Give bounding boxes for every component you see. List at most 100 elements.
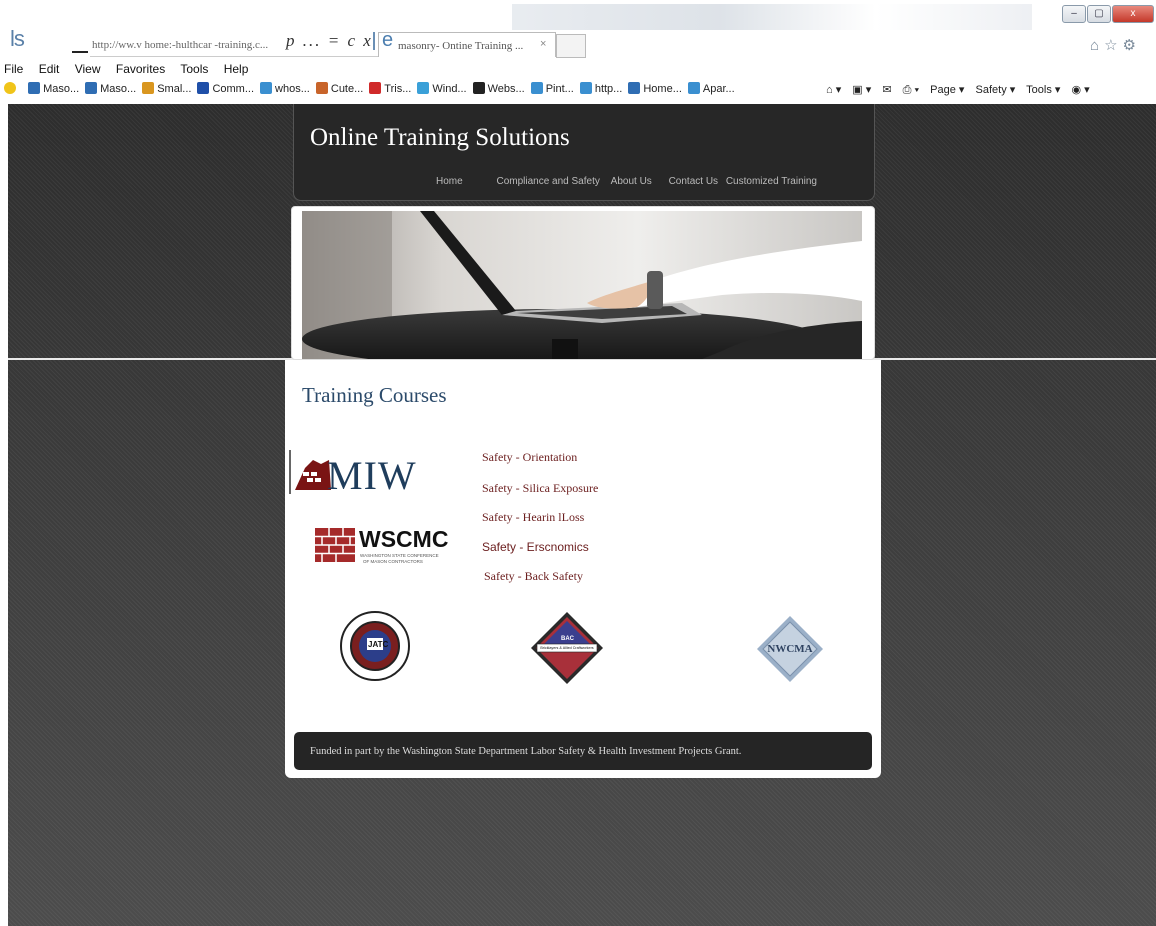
- miw-logo[interactable]: MIW: [289, 448, 449, 498]
- page-viewport: Online Training Solutions Home Complianc…: [8, 104, 1156, 926]
- bac-logo-top: BAC: [561, 636, 574, 642]
- favorite-item[interactable]: Tris...: [369, 82, 411, 95]
- jatc-logo-text: JATC: [368, 640, 389, 649]
- blue-square-icon: [28, 82, 41, 94]
- nav-customized[interactable]: Customized Training: [726, 176, 817, 187]
- menu-favorites[interactable]: Favorites: [116, 62, 165, 76]
- red-circle-icon: [369, 82, 382, 94]
- main-content: Training Courses MIW WSCMC WASHINGTON ST…: [285, 360, 881, 778]
- course-link-ergonomics[interactable]: Safety - Erscnomics: [482, 540, 589, 554]
- windows-icon: [417, 82, 430, 94]
- address-controls[interactable]: p ... = c x: [286, 31, 373, 51]
- favorite-item[interactable]: Maso...: [85, 82, 136, 95]
- course-link-silica[interactable]: Safety - Silica Exposure: [482, 481, 598, 496]
- nwcma-logo[interactable]: NWCMA: [757, 616, 823, 682]
- miw-mark-icon: [295, 460, 331, 490]
- nav-about[interactable]: About Us: [611, 176, 652, 187]
- menu-tools[interactable]: Tools: [180, 62, 208, 76]
- w-icon: [472, 82, 485, 94]
- favorite-item[interactable]: Smal...: [142, 82, 191, 95]
- ie-page-icon: [530, 82, 543, 94]
- jatc-logo[interactable]: JATC: [339, 610, 411, 682]
- favorite-label: http...: [594, 83, 623, 95]
- blue-square-icon: [85, 82, 98, 94]
- favorite-item[interactable]: Cute...: [315, 82, 364, 95]
- address-url[interactable]: http://ww.v home:-hulthcar -training.c..…: [92, 39, 268, 51]
- favorite-label: Webs...: [487, 83, 525, 95]
- safety-menu[interactable]: Safety ▾: [976, 84, 1016, 96]
- favorite-label: Apar...: [702, 83, 735, 95]
- help-icon[interactable]: ◉ ▾: [1071, 84, 1089, 96]
- title-bar: [512, 4, 1032, 30]
- brick-wall-icon: [315, 528, 355, 562]
- command-bar: ⌂ ▾ ▣ ▾ ✉ ⎙ ▾ Page ▾ Safety ▾ Tools ▾ ◉ …: [826, 83, 1098, 97]
- menu-help[interactable]: Help: [224, 62, 249, 76]
- browser-toolbar-icons: ⌂☆⚙: [1090, 36, 1141, 54]
- favorite-item[interactable]: Apar...: [687, 82, 735, 95]
- favorite-label: Tris...: [384, 83, 412, 95]
- favorite-label: Pint...: [545, 83, 574, 95]
- nav-contact[interactable]: Contact Us: [669, 176, 718, 187]
- home-icon[interactable]: ⌂: [1090, 37, 1104, 54]
- new-tab-button[interactable]: [556, 34, 586, 58]
- wscmc-logo-text: WSCMC: [359, 526, 449, 552]
- course-link-orientation[interactable]: Safety - Orientation: [482, 450, 577, 465]
- laptop-hero-image: [302, 211, 862, 359]
- ie-page-icon: [687, 82, 700, 94]
- leaf-icon: [142, 82, 155, 94]
- footer-text: Funded in part by the Washington State D…: [310, 746, 742, 757]
- tools-menu[interactable]: Tools ▾: [1026, 84, 1060, 96]
- home-icon[interactable]: ⌂ ▾: [826, 84, 841, 96]
- mail-icon[interactable]: ✉: [882, 84, 891, 96]
- menu-view[interactable]: View: [75, 62, 101, 76]
- favorite-item[interactable]: Wind...: [417, 82, 467, 95]
- site-nav: Home Compliance and Safety About Us Cont…: [436, 176, 817, 187]
- wscmc-subtitle-1: WASHINGTON STATE CONFERENCE: [360, 553, 439, 558]
- maximize-button[interactable]: ▢: [1087, 5, 1111, 23]
- browser-brand: ls: [10, 26, 25, 51]
- back-button[interactable]: [72, 51, 88, 53]
- favorite-item[interactable]: Home...: [628, 82, 682, 95]
- page-title: Training Courses: [302, 383, 447, 407]
- favorites-star-icon[interactable]: ☆: [1104, 37, 1122, 54]
- wscmc-logo[interactable]: WSCMC WASHINGTON STATE CONFERENCE OF MAS…: [315, 526, 455, 568]
- window-controls: – ▢ x: [1062, 5, 1155, 23]
- nwcma-logo-text: NWCMA: [767, 643, 813, 655]
- favorites-star-icon[interactable]: [4, 82, 19, 95]
- course-link-back-safety[interactable]: Safety - Back Safety: [484, 569, 583, 584]
- favorite-label: Cute...: [330, 83, 364, 95]
- favorite-label: Maso...: [100, 83, 137, 95]
- feeds-icon[interactable]: ▣ ▾: [852, 84, 871, 96]
- tab-title[interactable]: masonry- Ontine Training ...: [398, 40, 523, 52]
- course-link-hearing-loss[interactable]: Safety - Hearin lLoss: [482, 510, 584, 525]
- favorite-item[interactable]: Webs...: [472, 82, 525, 95]
- tab-close-icon[interactable]: ×: [540, 38, 546, 50]
- bac-logo[interactable]: BAC Bricklayers & Allied Craftworkers: [531, 612, 603, 684]
- close-button[interactable]: x: [1112, 5, 1154, 23]
- favorite-item[interactable]: Pint...: [530, 82, 574, 95]
- minimize-button[interactable]: –: [1062, 5, 1086, 23]
- favorite-label: Wind...: [432, 83, 467, 95]
- favorite-item[interactable]: Comm...: [197, 82, 254, 95]
- favorite-label: Home...: [643, 83, 682, 95]
- favorite-item[interactable]: whos...: [260, 82, 310, 95]
- menu-file[interactable]: File: [4, 62, 23, 76]
- print-icon[interactable]: ⎙ ▾: [903, 84, 919, 96]
- favorite-item[interactable]: Maso...: [28, 82, 79, 95]
- favorite-label: Comm...: [212, 83, 255, 95]
- address-separator: [373, 32, 375, 50]
- feather-icon: [315, 82, 328, 94]
- browser-chrome: ls http://ww.v home:-hulthcar -training.…: [0, 0, 1156, 104]
- nav-compliance[interactable]: Compliance and Safety: [496, 176, 599, 187]
- site-title: Online Training Solutions: [310, 124, 570, 151]
- gear-icon[interactable]: ⚙: [1123, 37, 1141, 54]
- hero-banner: [291, 206, 875, 360]
- favorite-label: whos...: [275, 83, 310, 95]
- favorite-item[interactable]: http...: [579, 82, 623, 95]
- menu-edit[interactable]: Edit: [39, 62, 60, 76]
- chart-icon: [197, 82, 210, 94]
- favorite-label: Maso...: [43, 83, 80, 95]
- page-menu[interactable]: Page ▾: [930, 84, 964, 96]
- nav-home[interactable]: Home: [436, 176, 463, 187]
- favorite-label: Smal...: [157, 83, 192, 95]
